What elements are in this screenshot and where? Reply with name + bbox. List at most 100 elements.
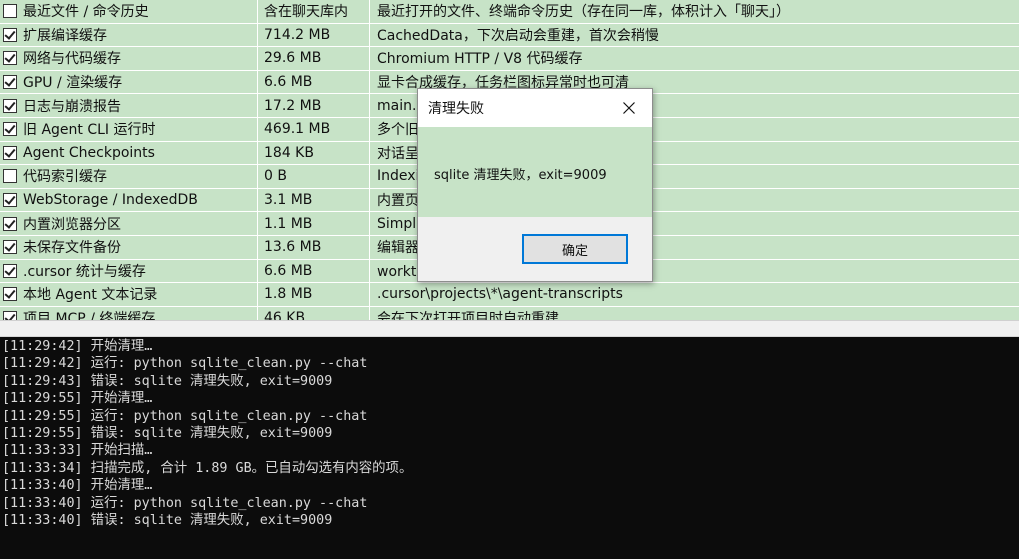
- item-size-cell: 含在聊天库内: [258, 0, 370, 23]
- item-name-cell: 最近文件 / 命令历史: [0, 0, 258, 23]
- item-checkbox[interactable]: [3, 75, 17, 90]
- item-desc: 内置页: [377, 193, 419, 210]
- item-name-cell: Agent Checkpoints: [0, 141, 258, 165]
- item-name-cell: 本地 Agent 文本记录: [0, 283, 258, 306]
- item-size-cell: 29.6 MB: [258, 47, 370, 70]
- item-size: 1.1 MB: [264, 215, 313, 232]
- item-size-cell: 1.8 MB: [258, 283, 370, 306]
- item-size-cell: 1.1 MB: [258, 212, 370, 235]
- log-line: [11:33:33] 开始扫描…: [2, 443, 153, 459]
- dialog-title: 清理失败: [428, 101, 484, 117]
- item-checkbox[interactable]: [3, 169, 17, 184]
- item-desc: 会在下次打开项目时自动重建: [377, 311, 559, 320]
- item-size-cell: 714.2 MB: [258, 23, 370, 47]
- item-name: WebStorage / IndexedDB: [23, 192, 198, 209]
- item-checkbox[interactable]: [3, 98, 17, 113]
- item-checkbox[interactable]: [3, 145, 17, 160]
- item-name-cell: 未保存文件备份: [0, 236, 258, 259]
- item-checkbox[interactable]: [3, 4, 17, 19]
- item-name-cell: GPU / 渲染缓存: [0, 70, 258, 94]
- item-desc-cell: .cursor\projects\*\agent-transcripts: [370, 283, 1019, 306]
- item-size: 6.6 MB: [264, 74, 313, 91]
- item-desc-cell: CachedData，下次启动会重建，首次会稍慢: [370, 24, 1019, 47]
- item-size-cell: 3.1 MB: [258, 188, 370, 212]
- panel-splitter[interactable]: [0, 320, 1019, 337]
- item-desc: 最近打开的文件、终端命令历史（存在同一库，体积计入「聊天」）: [377, 4, 790, 21]
- log-console: [11:29:42] 开始清理… [11:29:42] 运行: python sq…: [0, 337, 1019, 559]
- item-name: 代码索引缓存: [23, 169, 107, 186]
- item-checkbox[interactable]: [3, 193, 17, 208]
- log-line: [11:29:55] 错误: sqlite 清理失败, exit=9009: [2, 426, 333, 441]
- log-line: [11:33:40] 开始清理…: [2, 478, 153, 494]
- item-name: 旧 Agent CLI 运行时: [23, 122, 156, 139]
- item-checkbox[interactable]: [3, 51, 17, 66]
- item-size: 0 B: [264, 168, 287, 185]
- item-size: 714.2 MB: [264, 26, 331, 43]
- dialog-footer: 确定: [418, 217, 652, 281]
- table-row[interactable]: 最近文件 / 命令历史 含在聊天库内 最近打开的文件、终端命令历史（存在同一库，体积…: [0, 0, 1019, 24]
- table-row[interactable]: 项目 MCP / 终端缓存 46 KB 会在下次打开项目时自动重建: [0, 306, 1019, 320]
- ok-button[interactable]: 确定: [522, 234, 628, 264]
- item-name-cell: WebStorage / IndexedDB: [0, 188, 258, 212]
- item-checkbox[interactable]: [3, 240, 17, 255]
- log-line: [11:33:34] 扫描完成, 合计 1.89 GB。已自动勾选有内容的项。: [2, 460, 413, 476]
- table-row[interactable]: 本地 Agent 文本记录 1.8 MB .cursor\projects\*\ag…: [0, 283, 1019, 307]
- item-desc: 多个旧: [377, 122, 419, 139]
- item-size: 13.6 MB: [264, 239, 322, 256]
- item-checkbox[interactable]: [3, 122, 17, 137]
- log-line: [11:29:43] 错误: sqlite 清理失败, exit=9009: [2, 373, 333, 389]
- item-checkbox[interactable]: [3, 311, 17, 320]
- item-name: GPU / 渲染缓存: [23, 75, 123, 92]
- error-dialog: 清理失败 sqlite 清理失败，exit=9009 确定: [417, 88, 653, 282]
- table-row[interactable]: 网络与代码缓存 29.6 MB Chromium HTTP / V8 代码缓存: [0, 47, 1019, 71]
- item-size-cell: 46 KB: [258, 306, 370, 320]
- table-row[interactable]: 扩展编译缓存 714.2 MB CachedData，下次启动会重建，首次会稍慢: [0, 23, 1019, 48]
- item-size-cell: 6.6 MB: [258, 259, 370, 283]
- item-size-cell: 469.1 MB: [258, 118, 370, 141]
- item-size: 29.6 MB: [264, 50, 322, 67]
- item-checkbox[interactable]: [3, 27, 17, 42]
- item-size-cell: 6.6 MB: [258, 70, 370, 94]
- item-desc: Chromium HTTP / V8 代码缓存: [377, 51, 583, 68]
- item-checkbox[interactable]: [3, 263, 17, 278]
- item-size: 6.6 MB: [264, 262, 313, 279]
- log-line: [11:29:55] 运行: python sqlite_clean.py --…: [2, 408, 368, 424]
- item-name: 内置浏览器分区: [23, 216, 121, 233]
- item-name-cell: 内置浏览器分区: [0, 212, 258, 235]
- item-size-cell: 0 B: [258, 165, 370, 188]
- dialog-body: sqlite 清理失败，exit=9009: [418, 127, 652, 217]
- item-checkbox[interactable]: [3, 287, 17, 302]
- item-name: 本地 Agent 文本记录: [23, 287, 158, 304]
- item-name-cell: 项目 MCP / 终端缓存: [0, 306, 258, 320]
- item-name: 未保存文件备份: [23, 240, 121, 257]
- item-size-cell: 17.2 MB: [258, 94, 370, 117]
- item-size: 46 KB: [264, 310, 306, 320]
- item-size: 含在聊天库内: [264, 4, 348, 21]
- item-desc: main.l: [377, 97, 421, 114]
- item-size: 184 KB: [264, 144, 314, 161]
- item-size-cell: 184 KB: [258, 141, 370, 165]
- item-name: 扩展编译缓存: [23, 27, 107, 44]
- item-size: 469.1 MB: [264, 121, 331, 138]
- item-size: 17.2 MB: [264, 97, 322, 114]
- item-size: 1.8 MB: [264, 286, 313, 303]
- item-name: 网络与代码缓存: [23, 51, 121, 68]
- dialog-close-button[interactable]: [606, 89, 652, 127]
- item-checkbox[interactable]: [3, 216, 17, 231]
- item-name-cell: .cursor 统计与缓存: [0, 259, 258, 283]
- item-name-cell: 日志与崩溃报告: [0, 94, 258, 117]
- item-name: 项目 MCP / 终端缓存: [23, 311, 156, 320]
- item-name-cell: 代码索引缓存: [0, 165, 258, 188]
- item-name: Agent Checkpoints: [23, 144, 155, 161]
- item-name: 最近文件 / 命令历史: [23, 4, 149, 21]
- item-desc: CachedData，下次启动会重建，首次会稍慢: [377, 27, 659, 44]
- item-desc: 编辑器: [377, 240, 419, 257]
- log-line: [11:29:42] 开始清理…: [2, 339, 153, 354]
- item-name: .cursor 统计与缓存: [23, 263, 146, 280]
- item-desc-cell: 最近打开的文件、终端命令历史（存在同一库，体积计入「聊天」）: [370, 0, 1019, 23]
- item-desc: Indexi: [377, 168, 420, 185]
- dialog-message: sqlite 清理失败，exit=9009: [434, 168, 607, 183]
- item-name-cell: 网络与代码缓存: [0, 47, 258, 70]
- log-line: [11:33:40] 错误: sqlite 清理失败, exit=9009: [2, 513, 333, 528]
- item-name-cell: 旧 Agent CLI 运行时: [0, 118, 258, 141]
